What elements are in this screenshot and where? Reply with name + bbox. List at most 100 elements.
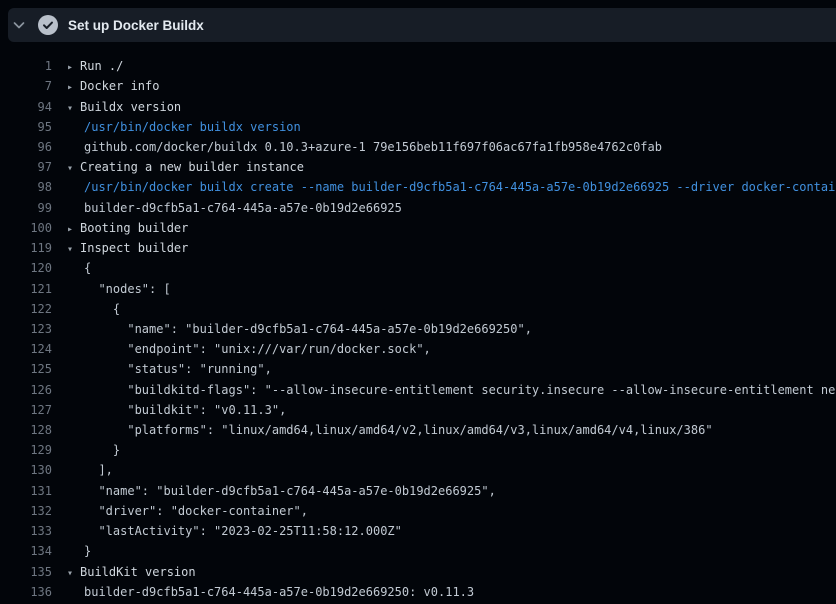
log-line-row: 129 } — [0, 440, 836, 460]
log-output-text: "driver": "docker-container", — [52, 504, 836, 518]
log-output-text: { — [52, 302, 836, 316]
log-output-text: ], — [52, 463, 836, 477]
line-number[interactable]: 136 — [0, 585, 52, 599]
group-title: BuildKit version — [80, 565, 196, 579]
log-line-row: 127 "buildkit": "v0.11.3", — [0, 400, 836, 420]
log-group-row[interactable]: 7▸Docker info — [0, 76, 836, 96]
line-number[interactable]: 119 — [0, 241, 52, 255]
group-title: Docker info — [80, 79, 159, 93]
group-title: Creating a new builder instance — [80, 160, 304, 174]
log-line-row: 95/usr/bin/docker buildx version — [0, 117, 836, 137]
log-group: ▾Buildx version — [52, 100, 836, 114]
log-line-row: 136builder-d9cfb5a1-c764-445a-a57e-0b19d… — [0, 582, 836, 602]
log-output-text: "name": "builder-d9cfb5a1-c764-445a-a57e… — [52, 322, 836, 336]
log-line-row: 98/usr/bin/docker buildx create --name b… — [0, 177, 836, 197]
line-number[interactable]: 132 — [0, 504, 52, 518]
line-number[interactable]: 94 — [0, 100, 52, 114]
line-number[interactable]: 100 — [0, 221, 52, 235]
line-number[interactable]: 134 — [0, 544, 52, 558]
log-line-row: 128 "platforms": "linux/amd64,linux/amd6… — [0, 420, 836, 440]
chevron-down-icon[interactable]: ▾ — [67, 568, 80, 579]
log-line-row: 126 "buildkitd-flags": "--allow-insecure… — [0, 380, 836, 400]
line-number[interactable]: 121 — [0, 282, 52, 296]
line-number[interactable]: 125 — [0, 362, 52, 376]
log-group-row[interactable]: 100▸Booting builder — [0, 218, 836, 238]
log-output-text: builder-d9cfb5a1-c764-445a-a57e-0b19d2e6… — [52, 585, 836, 599]
log-group-row[interactable]: 97▾Creating a new builder instance — [0, 157, 836, 177]
group-title: Booting builder — [80, 221, 188, 235]
log-viewer: 1▸Run ./7▸Docker info94▾Buildx version95… — [0, 42, 836, 604]
line-number[interactable]: 122 — [0, 302, 52, 316]
chevron-down-icon[interactable]: ▾ — [67, 103, 80, 114]
line-number[interactable]: 123 — [0, 322, 52, 336]
log-output-text: "buildkit": "v0.11.3", — [52, 403, 836, 417]
log-output-text: "endpoint": "unix:///var/run/docker.sock… — [52, 342, 836, 356]
line-number[interactable]: 1 — [0, 59, 52, 73]
log-group-row[interactable]: 119▾Inspect builder — [0, 238, 836, 258]
chevron-down-icon[interactable]: ▾ — [67, 244, 80, 255]
step-header[interactable]: Set up Docker Buildx — [8, 8, 836, 42]
log-line-row: 99builder-d9cfb5a1-c764-445a-a57e-0b19d2… — [0, 198, 836, 218]
log-output-text: "status": "running", — [52, 362, 836, 376]
line-number[interactable]: 98 — [0, 180, 52, 194]
log-line-row: 125 "status": "running", — [0, 359, 836, 379]
log-group-row[interactable]: 94▾Buildx version — [0, 96, 836, 116]
log-line-row: 133 "lastActivity": "2023-02-25T11:58:12… — [0, 521, 836, 541]
step-title: Set up Docker Buildx — [68, 18, 204, 33]
chevron-right-icon[interactable]: ▸ — [67, 82, 80, 93]
log-command-text: /usr/bin/docker buildx version — [52, 120, 836, 134]
line-number[interactable]: 97 — [0, 160, 52, 174]
chevron-right-icon[interactable]: ▸ — [67, 62, 80, 73]
log-output-text: } — [52, 443, 836, 457]
log-group-row[interactable]: 135▾BuildKit version — [0, 561, 836, 581]
check-circle-icon — [38, 15, 58, 35]
line-number[interactable]: 128 — [0, 423, 52, 437]
line-number[interactable]: 126 — [0, 383, 52, 397]
log-line-row: 124 "endpoint": "unix:///var/run/docker.… — [0, 339, 836, 359]
chevron-down-icon[interactable]: ▾ — [67, 163, 80, 174]
log-line-row: 120{ — [0, 258, 836, 278]
line-number[interactable]: 127 — [0, 403, 52, 417]
line-number[interactable]: 124 — [0, 342, 52, 356]
group-title: Inspect builder — [80, 241, 188, 255]
log-group: ▾Creating a new builder instance — [52, 160, 836, 174]
line-number[interactable]: 133 — [0, 524, 52, 538]
line-number[interactable]: 129 — [0, 443, 52, 457]
log-output-text: builder-d9cfb5a1-c764-445a-a57e-0b19d2e6… — [52, 201, 836, 215]
log-group-row[interactable]: 1▸Run ./ — [0, 56, 836, 76]
log-line-row: 96github.com/docker/buildx 0.10.3+azure-… — [0, 137, 836, 157]
chevron-right-icon[interactable]: ▸ — [67, 224, 80, 235]
log-output-text: "name": "builder-d9cfb5a1-c764-445a-a57e… — [52, 484, 836, 498]
log-line-row: 131 "name": "builder-d9cfb5a1-c764-445a-… — [0, 481, 836, 501]
log-line-row: 121 "nodes": [ — [0, 278, 836, 298]
log-output-text: "buildkitd-flags": "--allow-insecure-ent… — [52, 383, 836, 397]
line-number[interactable]: 120 — [0, 261, 52, 275]
group-title: Run ./ — [80, 59, 123, 73]
log-output-text: github.com/docker/buildx 0.10.3+azure-1 … — [52, 140, 836, 154]
chevron-down-icon[interactable] — [11, 17, 27, 33]
log-group: ▾Inspect builder — [52, 241, 836, 255]
line-number[interactable]: 96 — [0, 140, 52, 154]
log-line-row: 134} — [0, 541, 836, 561]
line-number[interactable]: 135 — [0, 565, 52, 579]
log-line-row: 130 ], — [0, 460, 836, 480]
line-number[interactable]: 131 — [0, 484, 52, 498]
line-number[interactable]: 130 — [0, 463, 52, 477]
log-output-text: "nodes": [ — [52, 282, 836, 296]
log-line-row: 132 "driver": "docker-container", — [0, 501, 836, 521]
log-group: ▸Docker info — [52, 79, 836, 93]
log-group: ▸Booting builder — [52, 221, 836, 235]
log-group: ▸Run ./ — [52, 59, 836, 73]
log-output-text: "platforms": "linux/amd64,linux/amd64/v2… — [52, 423, 836, 437]
log-output-text: "lastActivity": "2023-02-25T11:58:12.000… — [52, 524, 836, 538]
log-group: ▾BuildKit version — [52, 565, 836, 579]
line-number[interactable]: 99 — [0, 201, 52, 215]
log-line-row: 123 "name": "builder-d9cfb5a1-c764-445a-… — [0, 319, 836, 339]
line-number[interactable]: 7 — [0, 79, 52, 93]
log-output-text: } — [52, 544, 836, 558]
log-command-text: /usr/bin/docker buildx create --name bui… — [52, 180, 836, 194]
log-output-text: { — [52, 261, 836, 275]
log-line-row: 122 { — [0, 299, 836, 319]
group-title: Buildx version — [80, 100, 181, 114]
line-number[interactable]: 95 — [0, 120, 52, 134]
